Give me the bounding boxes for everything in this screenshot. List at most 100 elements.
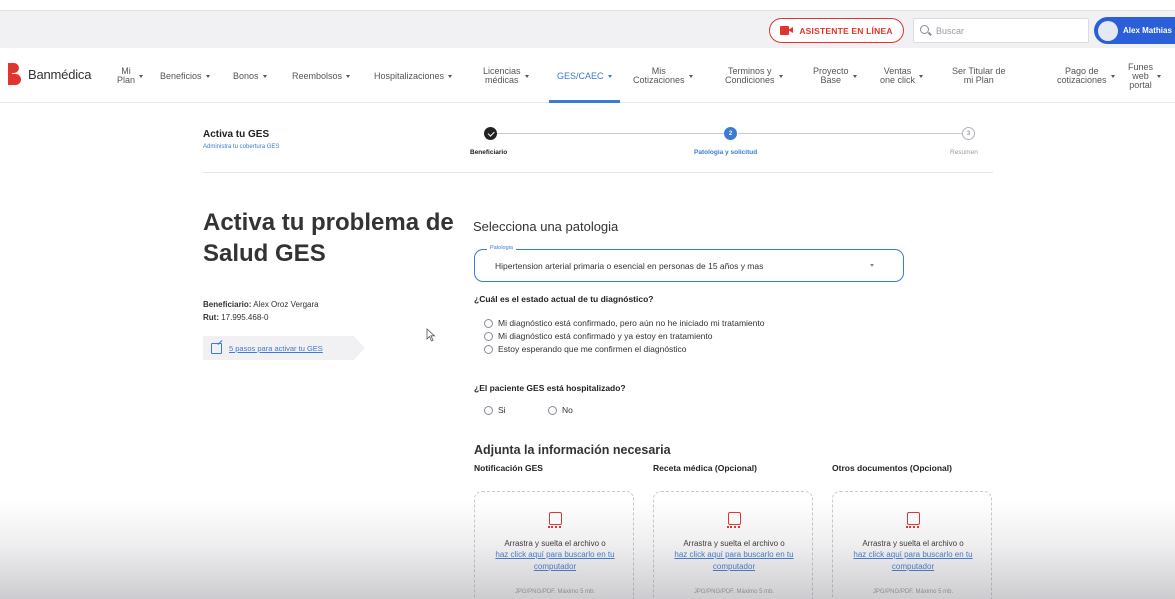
pathology-field-label: Patologia (487, 245, 516, 251)
search-input[interactable] (936, 25, 1076, 36)
step-2-label: Patologia y solicitud (694, 149, 758, 156)
nav-item-label: Funes web portal (1128, 61, 1154, 90)
nav-item-label: Mis Cotizaciones (633, 66, 685, 85)
asistente-en-linea-button[interactable]: ASISTENTE EN LÍNEA (769, 18, 904, 43)
nav-item-label: Reembolsos (292, 70, 343, 81)
page-header-title: Activa tu GES (203, 129, 270, 140)
step-3-number: 3 (966, 130, 971, 137)
search-icon (920, 25, 931, 36)
diagnosis-option-3[interactable]: Estoy esperando que me confirmen el diag… (484, 344, 687, 354)
nav-item-label: Licencias médicas (483, 66, 521, 85)
user-menu[interactable]: Alex Mathias (1094, 17, 1175, 44)
hospitalized-question: ¿El paciente GES está hospitalizado? (474, 383, 626, 393)
diagnosis-option-label: Mi diagnóstico está confirmado y ya esto… (498, 331, 713, 341)
chevron-down-icon (688, 74, 693, 78)
chevron-down-icon (607, 74, 612, 78)
upload-dropzone-receta[interactable]: Arrastra y suelta el archivo o haz click… (653, 491, 813, 599)
steps-guide-text: 5 pasos para activar tu GES (229, 343, 323, 353)
step-3-label: Resumen (950, 149, 978, 156)
nav-item[interactable]: Terminos y Condiciones (725, 49, 783, 103)
page-title: Activa tu problema de Salud GES (203, 209, 454, 267)
beneficiary-label: Beneficiario: (203, 300, 252, 309)
radio-button[interactable] (484, 405, 493, 415)
search-box[interactable] (913, 18, 1089, 43)
beneficiary-line: Beneficiario: Alex Oroz Vergara (203, 300, 319, 309)
steps-guide-link[interactable]: 5 pasos para activar tu GES (203, 336, 365, 360)
banmedica-logo[interactable]: Banmédica (8, 63, 91, 85)
upload-hint: JPG/PNG/PDF. Máximo 5 mb. (693, 589, 775, 595)
chevron-down-icon (346, 74, 351, 78)
avatar (1098, 20, 1118, 41)
upload-title-receta: Receta médica (Opcional) (653, 463, 757, 473)
upload-browse-link[interactable]: haz click aquí para buscarlo en tu compu… (843, 549, 983, 573)
nav-item[interactable]: Pago de cotizaciones (1057, 49, 1115, 103)
step-2-number: 2 (728, 130, 733, 137)
mouse-cursor-icon (426, 328, 436, 342)
step-1-label: Beneficiario (470, 149, 508, 156)
radio-button[interactable] (484, 318, 493, 328)
nav-item[interactable]: Beneficios (160, 49, 210, 103)
main-nav: Banmédica Mi Plan Beneficios Bonos Reembols… (0, 49, 1175, 103)
pathology-select[interactable]: Patologia Hipertension arterial primaria… (474, 245, 904, 282)
chevron-down-icon (139, 74, 144, 78)
diagnosis-option-label: Estoy esperando que me confirmen el diag… (498, 344, 687, 354)
upload-icon (547, 512, 562, 528)
upload-browse-link[interactable]: haz click aquí para buscarlo en tu compu… (485, 549, 625, 573)
radio-button[interactable] (484, 344, 493, 354)
upload-instruction: Arrastra y suelta el archivo o (504, 539, 606, 548)
banmedica-logo-icon (8, 63, 25, 85)
nav-item[interactable]: Proyecto Base (813, 49, 857, 103)
nav-item[interactable]: Ventas one click (880, 49, 924, 103)
stepper-line (490, 133, 726, 134)
attach-section-title: Adjunta la información necesaria (474, 443, 671, 457)
radio-button[interactable] (484, 331, 493, 341)
hospitalized-option-si[interactable]: Si (484, 405, 506, 415)
asistente-label: ASISTENTE EN LÍNEA (799, 25, 893, 36)
nav-item[interactable]: Mi Plan (117, 49, 144, 103)
stepper-line (738, 133, 962, 134)
nav-item[interactable]: Reembolsos (292, 49, 351, 103)
chevron-down-icon (1110, 74, 1115, 78)
upload-icon (905, 512, 920, 528)
step-3-circle: 3 (962, 127, 975, 140)
nav-item-label: Proyecto Base (813, 66, 849, 85)
chevron-down-icon (1157, 74, 1162, 78)
nav-item[interactable]: Funes web portal (1128, 49, 1162, 103)
upload-title-notificacion: Notificación GES (474, 463, 543, 473)
select-pathology-title: Selecciona una patologia (473, 219, 619, 234)
diagnosis-option-label: Mi diagnóstico está confirmado, pero aún… (498, 318, 765, 328)
nav-item[interactable]: GES/CAEC (549, 49, 619, 103)
chevron-down-icon (919, 74, 924, 78)
upload-icon (726, 512, 741, 528)
external-link-icon (211, 342, 222, 354)
radio-button[interactable] (548, 405, 557, 415)
chevron-down-icon (778, 74, 783, 78)
upload-browse-link[interactable]: haz click aquí para buscarlo en tu compu… (664, 549, 804, 573)
diagnosis-option-1[interactable]: Mi diagnóstico está confirmado, pero aún… (484, 318, 764, 328)
hospitalized-option-no[interactable]: No (548, 405, 573, 415)
nav-item[interactable]: Hospitalizaciones (374, 49, 453, 103)
nav-item[interactable]: Bonos (233, 49, 267, 103)
nav-item-label: Beneficios (160, 70, 202, 81)
nav-item-label: Pago de cotizaciones (1057, 66, 1107, 85)
diagnosis-option-2[interactable]: Mi diagnóstico está confirmado y ya esto… (484, 331, 713, 341)
nav-item-label: GES/CAEC (557, 70, 604, 81)
check-icon (487, 129, 494, 137)
video-camera-icon (780, 26, 794, 35)
chevron-down-icon (448, 74, 453, 78)
upload-dropzone-notificacion[interactable]: Arrastra y suelta el archivo o haz click… (474, 491, 634, 599)
nav-item-label: Terminos y Condiciones (725, 66, 775, 85)
nav-item[interactable]: Ser Titular de mi Plan (952, 49, 1006, 103)
nav-item[interactable]: Licencias médicas (483, 49, 529, 103)
user-name: Alex Mathias (1123, 26, 1172, 35)
step-2-circle: 2 (724, 127, 737, 140)
nav-item-label: Bonos (233, 70, 259, 81)
upload-hint: JPG/PNG/PDF. Máximo 5 mb. (514, 589, 596, 595)
chevron-down-icon (262, 74, 267, 78)
nav-item[interactable]: Mis Cotizaciones (633, 49, 693, 103)
pathology-selected-value: Hipertension arterial primaria o esencia… (495, 260, 764, 271)
upload-hint: JPG/PNG/PDF. Máximo 5 mb. (872, 589, 954, 595)
upload-dropzone-otros[interactable]: Arrastra y suelta el archivo o haz click… (832, 491, 992, 599)
page-header-subtitle: Administra tu cobertura GES (203, 144, 280, 150)
chevron-down-icon (205, 74, 210, 78)
